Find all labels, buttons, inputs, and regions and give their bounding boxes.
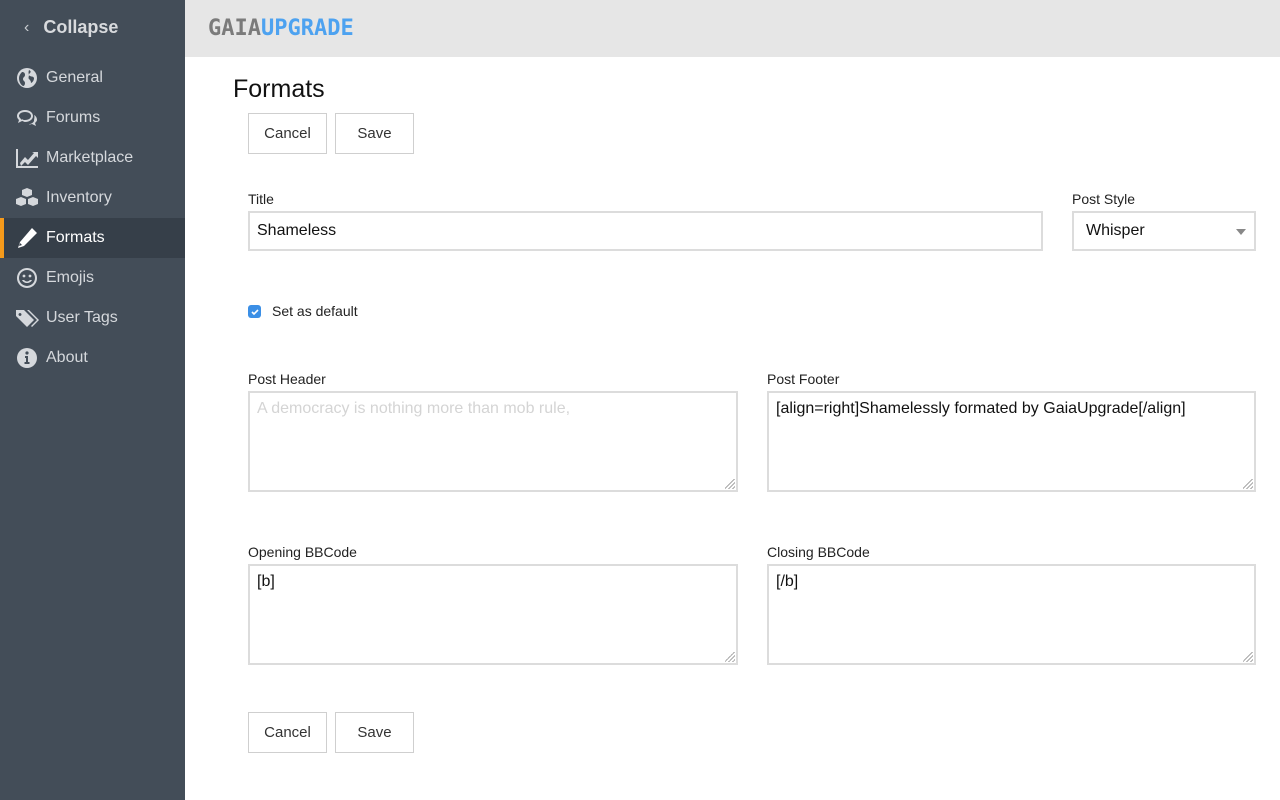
- sidebar-item-formats[interactable]: Formats: [0, 218, 185, 258]
- sidebar-item-emojis[interactable]: Emojis: [0, 258, 185, 298]
- sidebar-item-label: User Tags: [46, 309, 118, 326]
- collapse-button[interactable]: ‹ Collapse: [24, 17, 118, 38]
- sidebar-item-label: About: [46, 349, 88, 366]
- page-title: Formats: [233, 75, 325, 103]
- post-footer-label: Post Footer: [767, 371, 840, 387]
- sidebar-item-marketplace[interactable]: Marketplace: [0, 138, 185, 178]
- tags-icon: [13, 306, 41, 330]
- title-label: Title: [248, 191, 274, 207]
- closing-bbcode-textarea[interactable]: [/b]: [767, 564, 1256, 665]
- app-logo: GAIAUPGRADE: [208, 16, 354, 41]
- sidebar-item-about[interactable]: About: [0, 338, 185, 378]
- sidebar-item-inventory[interactable]: Inventory: [0, 178, 185, 218]
- post-header-label: Post Header: [248, 371, 326, 387]
- cancel-button-top[interactable]: Cancel: [248, 113, 327, 154]
- sidebar-item-label: Forums: [46, 109, 101, 126]
- resize-handle[interactable]: [725, 479, 735, 489]
- opening-bbcode-textarea[interactable]: [b]: [248, 564, 738, 665]
- line-chart-icon: [13, 146, 41, 170]
- smiley-icon: [13, 266, 41, 290]
- title-input-value: Shameless: [257, 222, 337, 239]
- sidebar-item-label: Formats: [46, 229, 105, 246]
- cubes-icon: [13, 186, 41, 210]
- logo-part-gaia: GAIA: [208, 16, 261, 41]
- collapse-label: Collapse: [43, 17, 119, 37]
- sidebar-item-label: Emojis: [46, 269, 95, 286]
- sidebar: ‹ Collapse General Forums Marketplace In…: [0, 0, 185, 800]
- post-style-select[interactable]: Whisper: [1072, 211, 1256, 251]
- checkmark-icon: [250, 308, 259, 315]
- pencil-icon: [13, 226, 41, 250]
- sidebar-item-user-tags[interactable]: User Tags: [0, 298, 185, 338]
- resize-handle[interactable]: [725, 652, 735, 662]
- sidebar-item-general[interactable]: General: [0, 58, 185, 98]
- top-bar: GAIAUPGRADE: [185, 0, 1280, 57]
- cancel-button-bottom[interactable]: Cancel: [248, 712, 327, 753]
- save-button-top[interactable]: Save: [335, 113, 414, 154]
- chevron-left-icon: ‹: [24, 18, 30, 36]
- sidebar-nav: General Forums Marketplace Inventory For…: [0, 58, 185, 378]
- save-button-bottom[interactable]: Save: [335, 712, 414, 753]
- chat-bubbles-icon: [13, 106, 41, 130]
- post-footer-value: [align=right]Shamelessly formated by Gai…: [776, 400, 1186, 417]
- resize-handle[interactable]: [1243, 652, 1253, 662]
- closing-bbcode-label: Closing BBCode: [767, 544, 870, 560]
- set-default-checkbox[interactable]: [248, 305, 261, 318]
- info-icon: [13, 346, 41, 370]
- main-content: Formats Cancel Save Title Shameless Post…: [185, 57, 1280, 800]
- sidebar-item-label: Inventory: [46, 189, 112, 206]
- resize-handle[interactable]: [1243, 479, 1253, 489]
- post-style-value: Whisper: [1086, 222, 1145, 239]
- dropdown-arrow-icon: [1236, 229, 1246, 235]
- logo-part-upgrade: UPGRADE: [260, 16, 354, 41]
- sidebar-item-label: General: [46, 69, 103, 86]
- title-input[interactable]: Shameless: [248, 211, 1043, 251]
- post-footer-textarea[interactable]: [align=right]Shamelessly formated by Gai…: [767, 391, 1256, 492]
- post-header-textarea[interactable]: A democracy is nothing more than mob rul…: [248, 391, 738, 492]
- opening-bbcode-value: [b]: [257, 573, 275, 590]
- globe-icon: [13, 66, 41, 90]
- sidebar-item-label: Marketplace: [46, 149, 134, 166]
- post-style-label: Post Style: [1072, 191, 1136, 207]
- set-default-label: Set as default: [272, 303, 358, 319]
- opening-bbcode-label: Opening BBCode: [248, 544, 357, 560]
- sidebar-item-forums[interactable]: Forums: [0, 98, 185, 138]
- post-header-placeholder: A democracy is nothing more than mob rul…: [257, 400, 571, 417]
- closing-bbcode-value: [/b]: [776, 573, 799, 590]
